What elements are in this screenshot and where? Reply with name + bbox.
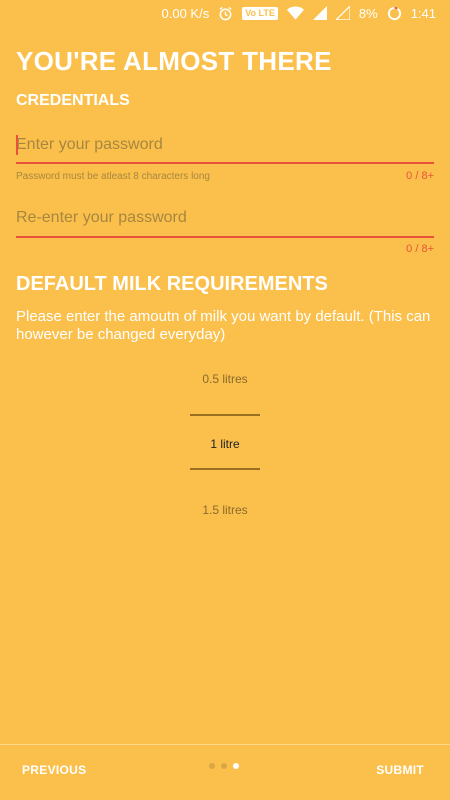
password-input[interactable] — [16, 133, 434, 157]
picker-selection-top-line — [190, 414, 260, 416]
alarm-icon — [218, 6, 233, 21]
signal-icon — [312, 6, 327, 20]
submit-button[interactable]: SUBMIT — [376, 763, 424, 777]
password-char-counter: 0 / 8+ — [406, 170, 434, 182]
bottom-navigation: PREVIOUS SUBMIT — [0, 744, 450, 800]
password-underline — [16, 162, 434, 164]
picker-option[interactable]: 0.5 litres — [0, 372, 450, 386]
credentials-heading: CREDENTIALS — [16, 92, 130, 109]
battery-ring-icon — [387, 6, 402, 21]
password-field-wrap — [16, 133, 434, 164]
page-dot-active — [233, 763, 239, 769]
signal-empty-icon — [335, 6, 350, 20]
battery-percent: 8% — [358, 5, 378, 21]
page-dot — [221, 763, 227, 769]
confirm-password-underline — [16, 236, 434, 238]
clock: 1:41 — [410, 5, 436, 21]
picker-option-selected[interactable]: 1 litre — [0, 437, 450, 451]
milk-requirements-heading: DEFAULT MILK REQUIREMENTS — [16, 273, 328, 295]
confirm-password-field-wrap — [16, 206, 434, 238]
wifi-icon — [286, 6, 304, 20]
picker-selection-bottom-line — [190, 468, 260, 470]
network-speed: 0.00 K/s — [161, 5, 210, 21]
previous-button[interactable]: PREVIOUS — [22, 763, 86, 777]
confirm-password-input[interactable] — [16, 206, 434, 230]
page-dot — [209, 763, 215, 769]
confirm-password-char-counter: 0 / 8+ — [406, 243, 434, 255]
page-title: YOU'RE ALMOST THERE — [16, 46, 332, 76]
page-indicator — [209, 763, 245, 769]
text-cursor — [16, 135, 18, 155]
volte-badge: Vo LTE — [242, 6, 278, 20]
status-bar: 0.00 K/s Vo LTE 8% 1:41 — [0, 0, 450, 26]
picker-option[interactable]: 1.5 litres — [0, 503, 450, 517]
password-helper-text: Password must be atleast 8 characters lo… — [16, 171, 210, 182]
milk-description: Please enter the amoutn of milk you want… — [16, 308, 431, 343]
